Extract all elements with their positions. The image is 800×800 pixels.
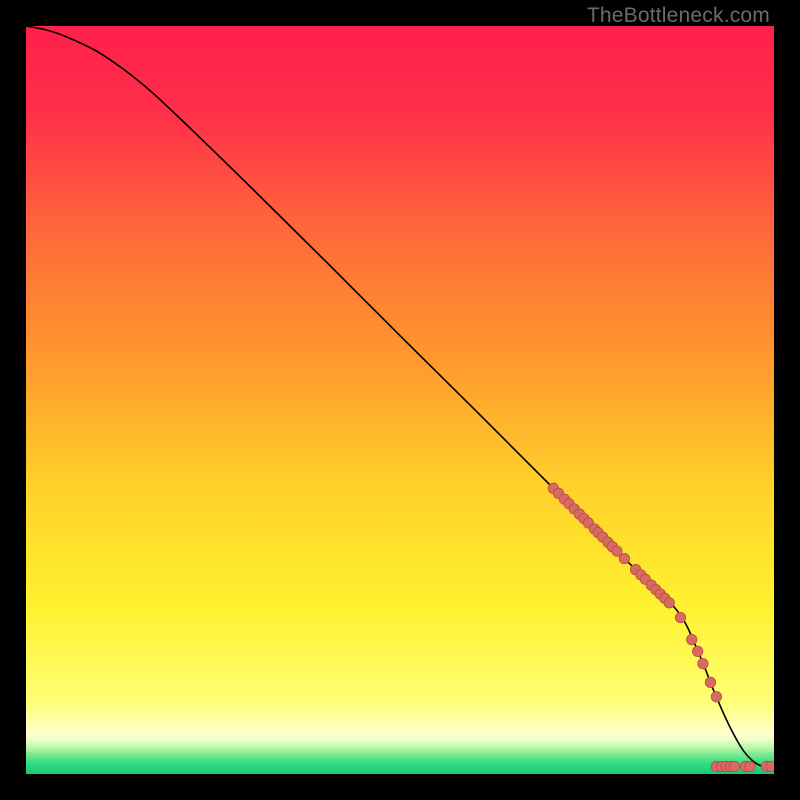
data-point bbox=[711, 692, 721, 702]
data-point bbox=[698, 658, 708, 668]
chart-svg bbox=[26, 26, 774, 774]
gradient-background bbox=[26, 26, 774, 774]
watermark-text: TheBottleneck.com bbox=[587, 4, 770, 28]
data-point bbox=[687, 634, 697, 644]
data-point bbox=[619, 553, 629, 563]
data-point bbox=[766, 761, 774, 771]
chart-stage: TheBottleneck.com bbox=[0, 0, 800, 800]
data-point bbox=[705, 677, 715, 687]
data-point bbox=[729, 761, 739, 771]
plot-area bbox=[26, 26, 774, 774]
data-point bbox=[664, 598, 674, 608]
data-point bbox=[693, 646, 703, 656]
data-point bbox=[675, 612, 685, 622]
data-point bbox=[745, 761, 755, 771]
